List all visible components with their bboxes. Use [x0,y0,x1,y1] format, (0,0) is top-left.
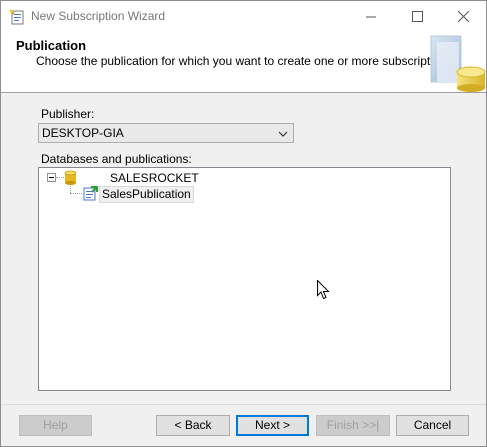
tree-connector [70,193,82,194]
database-icon [64,170,77,186]
mouse-cursor-icon [317,279,330,300]
footer-divider [1,404,486,405]
tree-connector [70,186,71,193]
page-title: Publication [16,38,87,53]
tree-item-database[interactable]: SALESROCKET [110,171,199,185]
back-button[interactable]: < Back [156,415,230,436]
tree-connector [56,177,64,178]
help-button[interactable]: Help [19,415,92,436]
minimize-icon [366,16,376,17]
publisher-label: Publisher: [41,107,95,121]
next-button[interactable]: Next > [236,415,309,436]
window-title: New Subscription Wizard [31,9,166,23]
page-description: Choose the publication for which you wan… [36,54,456,68]
close-icon [457,11,469,22]
minimize-button[interactable] [348,1,394,32]
finish-button[interactable]: Finish >>| [316,415,390,436]
publication-icon [82,186,98,202]
maximize-icon [411,11,423,22]
wizard-window: New Subscription Wizard Publication Choo… [0,0,487,447]
wizard-header: Publication Choose the publication for w… [1,32,486,93]
publisher-dropdown[interactable]: DESKTOP-GIA [38,123,294,143]
tree-item-publication[interactable]: SalesPublication [99,186,194,203]
publisher-value: DESKTOP-GIA [42,126,124,140]
databases-publications-label: Databases and publications: [41,152,192,166]
publications-tree[interactable]: SALESROCKET SalesPublication [38,167,451,391]
collapse-icon[interactable] [47,173,56,182]
close-button[interactable] [440,1,486,32]
wizard-app-icon [9,9,25,25]
cancel-button[interactable]: Cancel [396,415,469,436]
database-wizard-art-icon [425,32,486,92]
maximize-button[interactable] [394,1,440,32]
chevron-down-icon [278,128,288,138]
title-bar[interactable]: New Subscription Wizard [1,1,486,32]
